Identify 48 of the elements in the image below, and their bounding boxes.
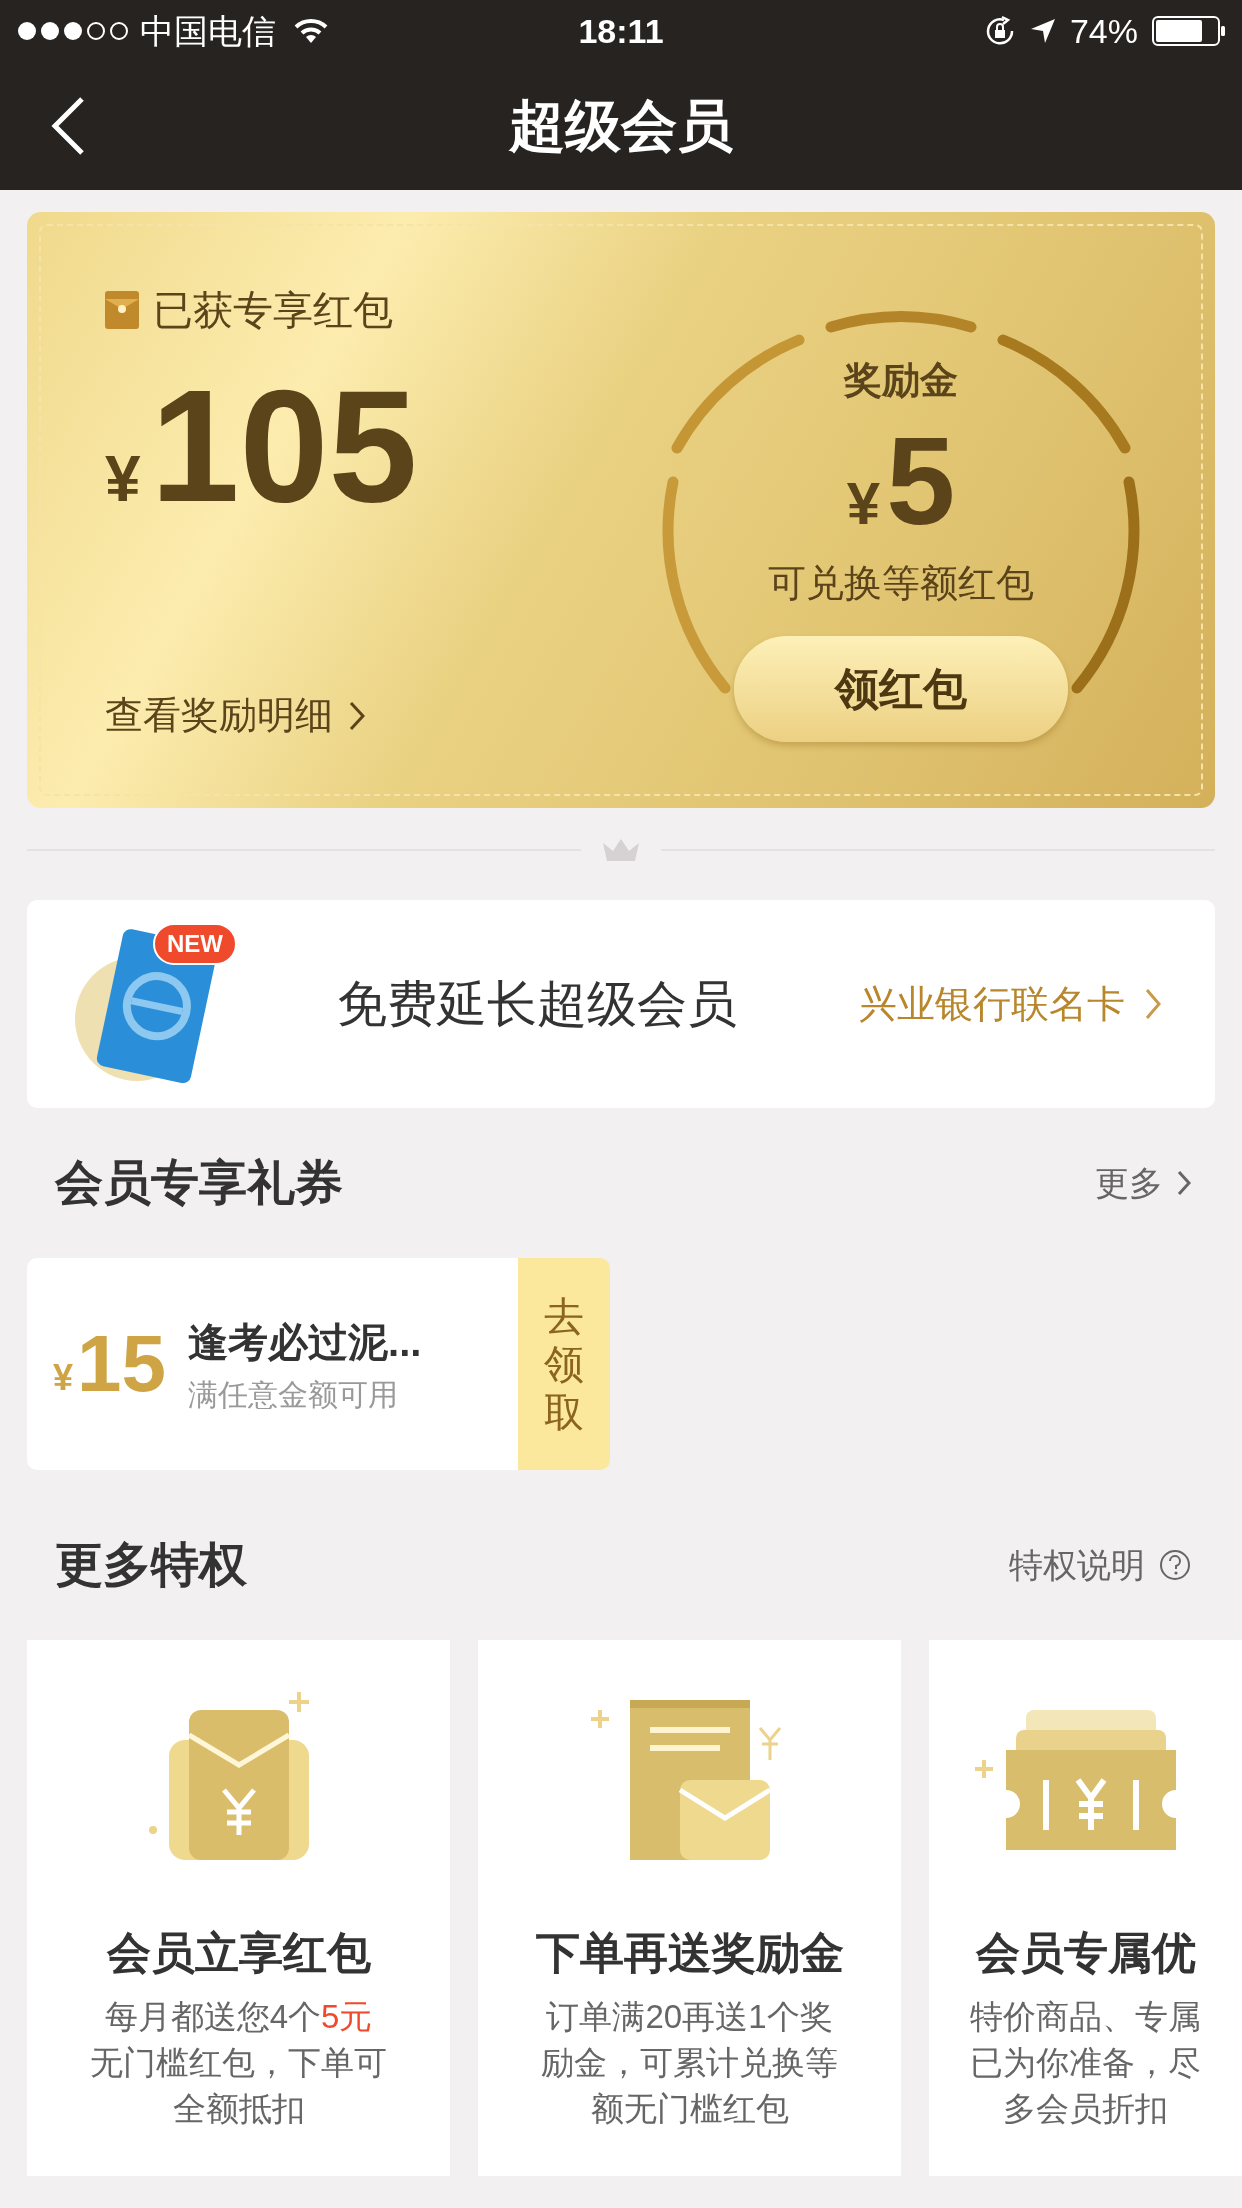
description-text: 全额抵扣 [172,2090,305,2127]
description-text: 励金，可累计兑换等 [541,2044,838,2081]
description-text: 无门槛红包，下单可 [90,2044,387,2081]
section-title: 会员专享礼券 [55,1155,343,1211]
chevron-right-icon [349,700,365,731]
bonus-title: 奖励金 [844,358,958,403]
highlighted-amount: 5元 [321,1998,373,2035]
wifi-icon [294,18,328,44]
back-icon [50,96,86,156]
section-title: 更多特权 [55,1537,247,1593]
claim-button[interactable]: 领红包 [734,636,1068,742]
description-text: 多会员折扣 [1003,2090,1168,2127]
bank-card-link[interactable]: 兴业银行联名卡 [859,975,1125,1033]
privilege-title: 下单再送奖励金 [535,1927,844,1979]
bonus-note: 可兑换等额红包 [768,561,1034,606]
bonus-amount: 5 [886,419,956,543]
carrier-name: 中国电信 [140,10,276,52]
page-title: 超级会员 [509,93,733,159]
reward-details-link[interactable]: 查看奖励明细 [105,687,641,744]
bank-card-banner[interactable]: NEW 免费延长超级会员 兴业银行联名卡 [27,900,1215,1108]
chevron-right-icon [1145,988,1161,1020]
help-icon [1159,1549,1191,1581]
currency-symbol: ¥ [846,469,881,539]
coupon-name: 逢考必过泥... [188,1318,422,1366]
description-text: 特价商品、专属 [970,1998,1201,2035]
section-link[interactable]: 特权说明 [1009,1539,1191,1591]
new-badge: NEW [153,923,237,965]
privilege-title: 会员专属优 [975,1927,1196,1979]
description-text: 已为你准备，尽 [970,2044,1201,2081]
description-text: 每月都送您4个 [104,1998,321,2035]
section-link[interactable]: 更多 [1095,1157,1191,1209]
banner-text: 免费延长超级会员 [337,974,737,1034]
description-text: 订单满20再送1个奖 [546,1998,833,2035]
claim-coupon-button[interactable]: 去领取 [518,1258,610,1470]
privilege-title: 会员立享红包 [106,1927,371,1979]
coupon-condition: 满任意金额可用 [188,1376,399,1413]
currency-symbol: ¥ [105,442,141,517]
reward-amount: 105 [150,366,418,526]
reward-label: 已获专享红包 [153,287,393,334]
battery-icon [1152,16,1226,46]
coupon-amount: 15 [77,1318,166,1410]
envelope-icon [105,291,139,329]
chevron-right-icon [1177,1170,1191,1196]
currency-symbol: ¥ [53,1356,74,1400]
location-icon [1029,18,1056,44]
status-time: 18:11 [578,10,664,52]
battery-percent: 74% [1069,10,1138,52]
description-text: 额无门槛红包 [590,2090,789,2127]
